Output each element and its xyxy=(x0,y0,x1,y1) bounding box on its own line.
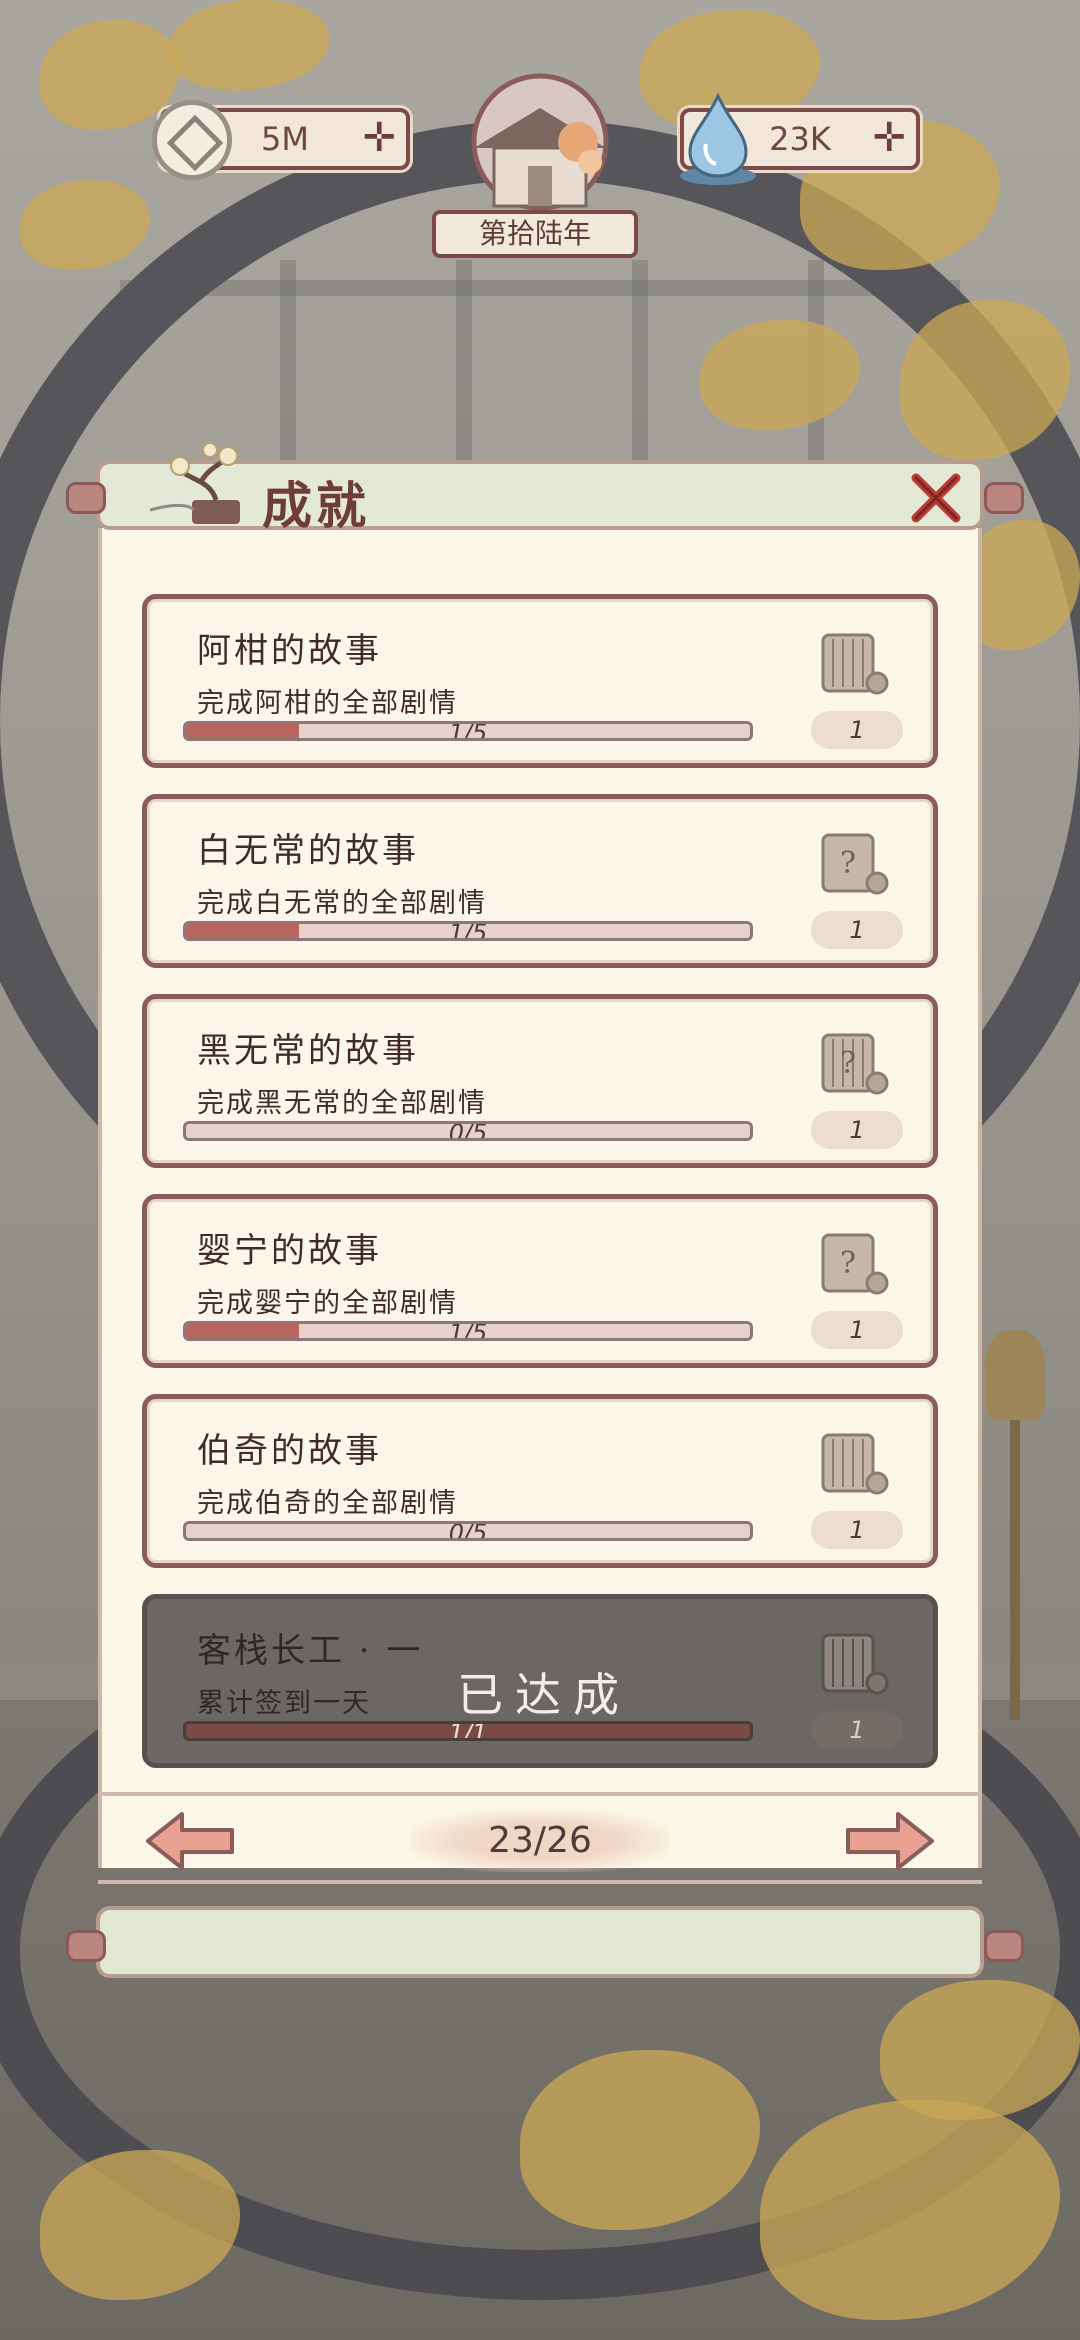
mystery-scroll-icon[interactable]: ? xyxy=(817,825,891,899)
achievement-desc: 累计签到一天 xyxy=(197,1688,371,1719)
achievement-card[interactable]: 婴宁的故事 完成婴宁的全部剧情 1/5 ? 1 xyxy=(142,1194,938,1368)
reward-count: 1 xyxy=(811,1711,903,1749)
divider xyxy=(98,1792,982,1796)
scroll-rod-right xyxy=(984,1930,1024,1962)
panel-title: 成就 xyxy=(262,476,370,535)
achievement-desc: 完成伯奇的全部剧情 xyxy=(197,1488,458,1519)
reward-count: 1 xyxy=(811,1311,903,1349)
scroll-rod-right xyxy=(984,482,1024,514)
mystery-scroll-icon[interactable]: ? xyxy=(817,1025,891,1099)
svg-text:?: ? xyxy=(840,1046,856,1081)
achievement-card-completed[interactable]: 客栈长工 · 一 累计签到一天 已达成 1/1 1 xyxy=(142,1594,938,1768)
mystery-scroll-icon[interactable]: ? xyxy=(817,1225,891,1299)
achievement-card[interactable]: 白无常的故事 完成白无常的全部剧情 1/5 ? 1 xyxy=(142,794,938,968)
reward-count: 1 xyxy=(811,1511,903,1549)
achievement-desc: 完成白无常的全部剧情 xyxy=(197,888,487,919)
progress-text: 1/5 xyxy=(448,1321,488,1341)
achievement-card[interactable]: 黑无常的故事 完成黑无常的全部剧情 0/5 ? 1 xyxy=(142,994,938,1168)
achievement-desc: 完成黑无常的全部剧情 xyxy=(197,1088,487,1119)
svg-text:?: ? xyxy=(840,1246,856,1281)
achievement-title: 婴宁的故事 xyxy=(197,1231,382,1271)
reward-count: 1 xyxy=(811,1111,903,1149)
progress-bar: 1/1 xyxy=(183,1721,753,1741)
progress-text: 1/5 xyxy=(448,721,488,741)
achievement-card[interactable]: 伯奇的故事 完成伯奇的全部剧情 0/5 1 xyxy=(142,1394,938,1568)
lotus-lamp xyxy=(985,1330,1045,1420)
progress-text: 0/5 xyxy=(448,1121,488,1141)
inn-badge-icon[interactable] xyxy=(450,70,630,230)
achievement-card[interactable]: 阿柑的故事 完成阿柑的全部剧情 1/5 1 xyxy=(142,594,938,768)
next-page-arrow-icon[interactable] xyxy=(842,1808,938,1874)
bonsai-icon xyxy=(150,442,240,524)
page-indicator: 23/26 xyxy=(410,1810,670,1872)
add-coins-icon[interactable]: ✛ xyxy=(362,118,396,158)
achievement-title: 黑无常的故事 xyxy=(197,1031,419,1071)
achievement-title: 客栈长工 · 一 xyxy=(197,1631,424,1671)
achievement-desc: 完成婴宁的全部剧情 xyxy=(197,1288,458,1319)
scroll-icon[interactable] xyxy=(817,1625,891,1699)
progress-bar: 0/5 xyxy=(183,1121,753,1141)
mystery-scroll-icon[interactable] xyxy=(817,1425,891,1499)
svg-text:?: ? xyxy=(840,846,856,881)
completed-stamp: 已达成 xyxy=(457,1668,631,1722)
reward-count: 1 xyxy=(811,711,903,749)
progress-text: 1/5 xyxy=(448,921,488,941)
progress-text: 1/1 xyxy=(448,1721,488,1741)
scroll-rod-left xyxy=(66,1930,106,1962)
mystery-scroll-icon[interactable] xyxy=(817,625,891,699)
achievement-title: 伯奇的故事 xyxy=(197,1431,382,1471)
achievement-title: 阿柑的故事 xyxy=(197,631,382,671)
achievement-title: 白无常的故事 xyxy=(197,831,419,871)
divider xyxy=(98,1880,982,1884)
reward-count: 1 xyxy=(811,911,903,949)
progress-bar: 1/5 xyxy=(183,721,753,741)
coin-icon xyxy=(152,100,232,180)
year-label: 第拾陆年 xyxy=(432,210,638,258)
progress-bar: 1/5 xyxy=(183,921,753,941)
progress-bar: 1/5 xyxy=(183,1321,753,1341)
progress-bar: 0/5 xyxy=(183,1521,753,1541)
scroll-rod-left xyxy=(66,482,106,514)
close-icon[interactable] xyxy=(906,468,966,528)
progress-text: 0/5 xyxy=(448,1521,488,1541)
panel-footer xyxy=(96,1906,984,1978)
achievement-desc: 完成阿柑的全部剧情 xyxy=(197,688,458,719)
water-drop-icon xyxy=(680,92,756,185)
add-spirit-icon[interactable]: ✛ xyxy=(872,118,906,158)
prev-page-arrow-icon[interactable] xyxy=(142,1808,238,1874)
